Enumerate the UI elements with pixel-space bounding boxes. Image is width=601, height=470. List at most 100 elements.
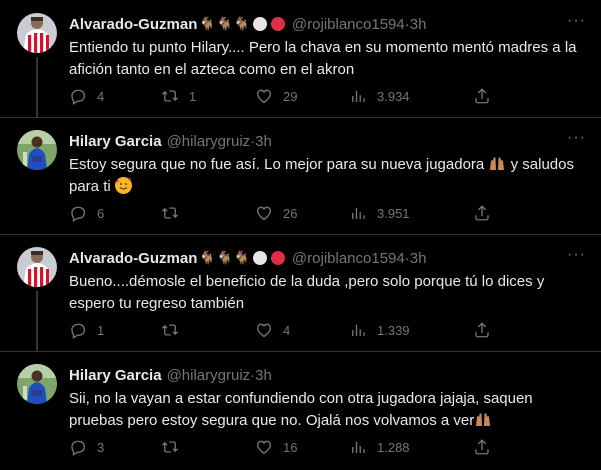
share-button[interactable] — [473, 321, 491, 339]
reply-count: 1 — [97, 322, 105, 338]
like-count: 29 — [283, 88, 298, 104]
tweet-actions: 4 1 29 3.934 — [69, 87, 489, 107]
reply-count: 6 — [97, 205, 105, 221]
tweet-actions: 1 4 1.339 — [69, 321, 489, 341]
goat-emoji-icon: 🐐 — [199, 250, 216, 265]
tweet-header: Hilary Garcia @hilarygruiz · 3h — [69, 131, 272, 151]
user-handle[interactable]: @hilarygruiz — [167, 367, 251, 384]
like-count: 26 — [283, 205, 298, 221]
analytics-icon — [349, 87, 367, 105]
reply-icon — [69, 321, 87, 339]
analytics-icon — [349, 204, 367, 222]
goat-emoji-icon: 🐐 — [233, 16, 250, 31]
tweet[interactable]: Alvarado-Guzman 🐐 🐐 🐐 @rojiblanco1594 · 3h… — [0, 234, 601, 352]
more-icon[interactable]: ··· — [567, 129, 586, 147]
retweet-icon — [161, 204, 179, 222]
heart-icon — [255, 204, 273, 222]
views-button[interactable]: 1.339 — [349, 321, 410, 339]
share-icon — [473, 204, 491, 222]
raising-hands-emoji-icon — [474, 411, 492, 427]
more-icon[interactable]: ··· — [567, 246, 586, 264]
like-button[interactable]: 29 — [255, 87, 297, 105]
share-icon — [473, 87, 491, 105]
goat-emoji-icon: 🐐 — [216, 16, 233, 31]
analytics-icon — [349, 438, 367, 456]
like-button[interactable]: 16 — [255, 438, 297, 456]
tweet-header: Alvarado-Guzman 🐐 🐐 🐐 @rojiblanco1594 · 3h — [69, 248, 426, 268]
like-button[interactable]: 4 — [255, 321, 290, 339]
tweet-actions: 3 16 1.288 — [69, 438, 489, 458]
like-button[interactable]: 26 — [255, 204, 297, 222]
avatar[interactable] — [17, 247, 57, 287]
tweet-text-part: Estoy segura que no fue así. Lo mejor pa… — [69, 156, 485, 173]
timestamp[interactable]: 3h — [255, 367, 272, 384]
share-icon — [473, 321, 491, 339]
share-button[interactable] — [473, 87, 491, 105]
retweet-button[interactable] — [161, 321, 189, 339]
reply-icon — [69, 438, 87, 456]
retweet-count: 1 — [189, 88, 197, 104]
goat-emoji-icon: 🐐 — [233, 250, 250, 265]
like-count: 4 — [283, 322, 291, 338]
avatar[interactable] — [17, 13, 57, 53]
display-name[interactable]: Alvarado-Guzman — [69, 16, 197, 33]
reply-button[interactable]: 4 — [69, 87, 104, 105]
share-button[interactable] — [473, 438, 491, 456]
goat-emoji-icon: 🐐 — [199, 16, 216, 31]
tweet[interactable]: Alvarado-Guzman 🐐 🐐 🐐 @rojiblanco1594 · 3h… — [0, 0, 601, 118]
display-name[interactable]: Hilary Garcia — [69, 133, 162, 150]
user-handle[interactable]: @rojiblanco1594 — [292, 16, 405, 33]
raising-hands-emoji-icon — [488, 155, 506, 171]
retweet-icon — [161, 438, 179, 456]
share-icon — [473, 438, 491, 456]
goat-emoji-icon: 🐐 — [216, 250, 233, 265]
avatar[interactable] — [17, 364, 57, 404]
retweet-icon — [161, 321, 179, 339]
user-handle[interactable]: @rojiblanco1594 — [292, 250, 405, 267]
reply-button[interactable]: 6 — [69, 204, 104, 222]
views-button[interactable]: 3.934 — [349, 87, 410, 105]
tweet-text-part: Sii, no la vayan a estar confundiendo co… — [69, 390, 533, 429]
retweet-button[interactable] — [161, 204, 189, 222]
heart-icon — [255, 87, 273, 105]
thread-connector-line — [36, 291, 38, 351]
white-circle-emoji-icon — [252, 17, 267, 31]
reply-count: 3 — [97, 439, 105, 455]
tweet-header: Alvarado-Guzman 🐐 🐐 🐐 @rojiblanco1594 · 3h — [69, 14, 426, 34]
more-icon[interactable]: ··· — [567, 12, 586, 30]
view-count: 3.934 — [377, 88, 410, 104]
name-emojis: 🐐 🐐 🐐 — [199, 16, 287, 32]
tweet-text: Entiendo tu punto Hilary.... Pero la cha… — [69, 39, 577, 78]
views-button[interactable]: 3.951 — [349, 204, 410, 222]
tweet-header: Hilary Garcia @hilarygruiz · 3h — [69, 365, 272, 385]
views-button[interactable]: 1.288 — [349, 438, 410, 456]
timestamp[interactable]: 3h — [410, 250, 427, 267]
view-count: 1.288 — [377, 439, 410, 455]
tweet-actions: 6 26 3.951 — [69, 204, 489, 224]
display-name[interactable]: Hilary Garcia — [69, 367, 162, 384]
view-count: 1.339 — [377, 322, 410, 338]
red-circle-emoji-icon — [270, 251, 285, 265]
retweet-icon — [161, 87, 179, 105]
tweet-text: Bueno....démosle el beneficio de la duda… — [69, 273, 545, 312]
tweet-text: Estoy segura que no fue así. Lo mejor pa… — [69, 154, 589, 198]
display-name[interactable]: Alvarado-Guzman — [69, 250, 197, 267]
tweet-text: Sii, no la vayan a estar confundiendo co… — [69, 388, 589, 432]
heart-icon — [255, 438, 273, 456]
reply-button[interactable]: 1 — [69, 321, 104, 339]
retweet-button[interactable]: 1 — [161, 87, 196, 105]
tweet[interactable]: Hilary Garcia @hilarygruiz · 3h ··· Esto… — [0, 117, 601, 235]
timestamp[interactable]: 3h — [255, 133, 272, 150]
conversation-thread: Alvarado-Guzman 🐐 🐐 🐐 @rojiblanco1594 · 3h… — [0, 0, 601, 470]
name-emojis: 🐐 🐐 🐐 — [199, 250, 287, 266]
tweet[interactable]: Hilary Garcia @hilarygruiz · 3h Sii, no … — [0, 351, 601, 470]
share-button[interactable] — [473, 204, 491, 222]
timestamp[interactable]: 3h — [410, 16, 427, 33]
analytics-icon — [349, 321, 367, 339]
reply-button[interactable]: 3 — [69, 438, 104, 456]
reply-icon — [69, 87, 87, 105]
thread-connector-line — [36, 57, 38, 117]
retweet-button[interactable] — [161, 438, 189, 456]
user-handle[interactable]: @hilarygruiz — [167, 133, 251, 150]
avatar[interactable] — [17, 130, 57, 170]
